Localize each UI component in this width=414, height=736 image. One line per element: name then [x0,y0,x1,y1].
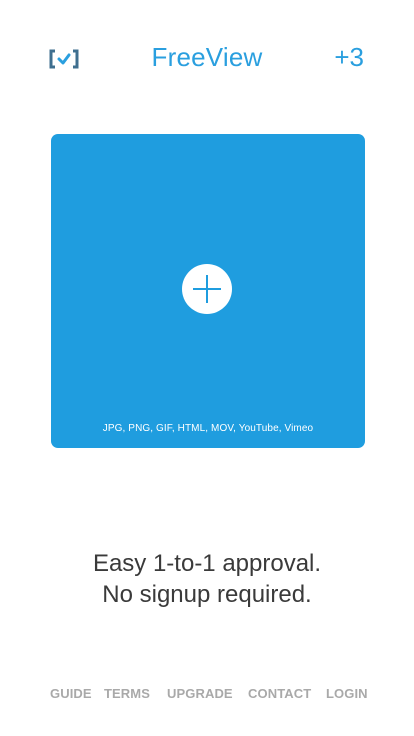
plus-icon [193,275,221,303]
nav-contact-link[interactable]: CONTACT [248,686,311,701]
nav-upgrade-link[interactable]: UPGRADE [167,686,233,701]
tagline-line2: No signup required. [102,581,312,608]
page: FreeView +3 JPG, PNG, GIF, HTML, MOV, Yo… [0,0,414,736]
nav-guide-link[interactable]: GUIDE [50,686,92,701]
header: FreeView +3 [0,36,414,80]
badge-count[interactable]: +3 [334,42,364,73]
add-button[interactable] [182,264,232,314]
upload-dropzone[interactable]: JPG, PNG, GIF, HTML, MOV, YouTube, Vimeo [51,134,365,448]
tagline-line1: Easy 1-to-1 approval. [92,550,322,577]
nav-terms-link[interactable]: TERMS [104,686,150,701]
supported-formats: JPG, PNG, GIF, HTML, MOV, YouTube, Vimeo [102,423,314,434]
footer-nav: GUIDE TERMS UPGRADE CONTACT LOGIN [0,686,414,706]
tagline: Easy 1-to-1 approval. No signup required… [0,548,414,610]
nav-login-link[interactable]: LOGIN [326,686,368,701]
